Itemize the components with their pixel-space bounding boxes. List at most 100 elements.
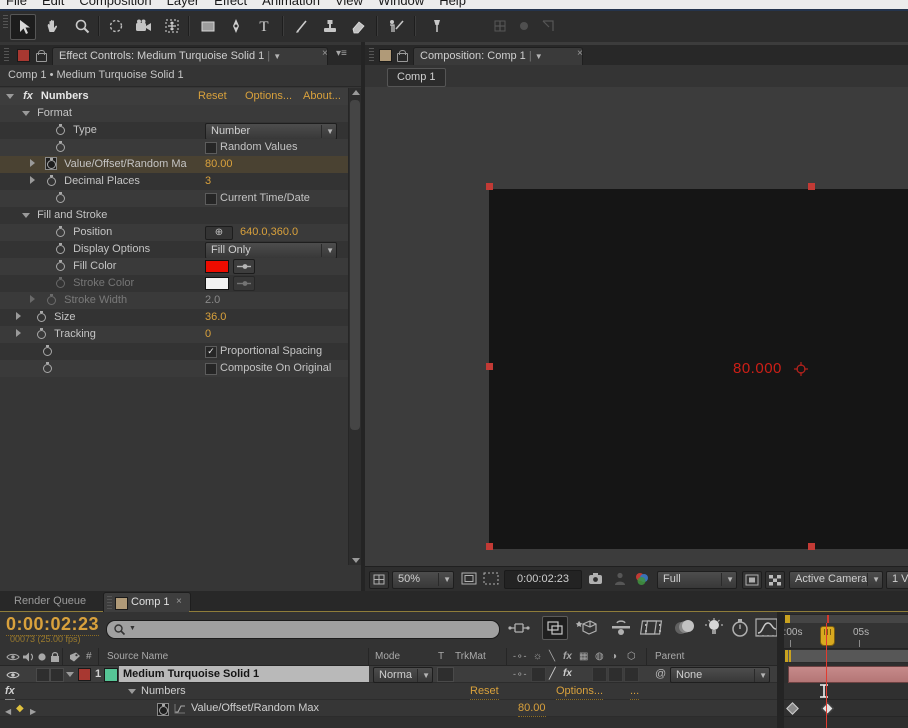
source-name-column-header[interactable]: Source Name (107, 648, 168, 665)
property-value[interactable]: 80.00 (518, 700, 546, 717)
shy-toggle[interactable]: -⚬- (513, 666, 527, 682)
composite-checkbox[interactable] (205, 363, 217, 375)
menu-window[interactable]: Window (378, 0, 424, 8)
world-axis-mode-icon[interactable] (512, 14, 536, 38)
collapse-fill-stroke-icon[interactable] (22, 213, 30, 218)
timeline-search-input[interactable]: ▼ (106, 620, 500, 639)
target-region-icon[interactable] (742, 571, 762, 589)
view-layout-dropdown[interactable]: 1 Vie (886, 571, 908, 589)
motion-blur-toggle[interactable] (608, 667, 623, 682)
menu-help[interactable]: Help (439, 0, 466, 8)
stopwatch-icon[interactable] (55, 243, 65, 254)
size-value[interactable]: 36.0 (205, 309, 226, 327)
expand-icon[interactable] (16, 312, 21, 320)
parent-dropdown[interactable]: None ▼ (670, 667, 770, 683)
eraser-tool[interactable] (346, 14, 370, 38)
menu-edit[interactable]: Edit (42, 0, 64, 8)
property-row[interactable]: ◀ ◆ ▶ Value/Offset/Random Max 80.00 (0, 700, 784, 717)
column-separator[interactable] (62, 648, 63, 665)
region-of-interest-icon[interactable] (482, 571, 500, 587)
decimal-places-value[interactable]: 3 (205, 173, 211, 191)
time-ruler[interactable]: 0:00s 05s (784, 623, 908, 649)
tracking-value[interactable]: 0 (205, 326, 211, 344)
shy-layers-icon[interactable] (610, 618, 632, 638)
stopwatch-icon[interactable] (55, 277, 65, 288)
stopwatch-icon[interactable] (36, 311, 46, 322)
composition-tab[interactable]: Composition: Comp 1 | ▼ (413, 47, 583, 66)
quality-toggle[interactable]: ╱ (549, 666, 556, 682)
expand-icon[interactable] (16, 329, 21, 337)
snapshot-icon[interactable] (587, 571, 605, 587)
layer-row[interactable]: 1 Medium Turquoise Solid 1 Norma ▼ -⚬- ╱… (0, 666, 784, 683)
auto-keyframe-icon[interactable] (730, 618, 750, 638)
reset-link[interactable]: Reset (198, 88, 227, 106)
stopwatch-icon[interactable] (55, 192, 65, 203)
safe-margins-icon[interactable] (460, 571, 478, 587)
t-column-header[interactable]: T (438, 648, 444, 665)
layer-handle-top-center[interactable] (808, 183, 815, 190)
puppet-pin-tool[interactable] (424, 14, 448, 38)
toolbar-gripper[interactable] (3, 15, 8, 29)
layer-handle-top-left[interactable] (486, 183, 493, 190)
zoom-dropdown[interactable]: 50% ▼ (392, 571, 454, 589)
pan-behind-tool[interactable] (160, 14, 184, 38)
live-update-button[interactable] (542, 616, 568, 640)
trkmat-column-header[interactable]: TrkMat (455, 648, 486, 665)
proportional-spacing-checkbox[interactable]: ✓ (205, 346, 217, 358)
lock-icon[interactable] (36, 53, 47, 62)
layer-handle-bottom-left[interactable] (486, 543, 493, 550)
expand-icon[interactable] (30, 295, 35, 303)
stopwatch-icon[interactable] (42, 362, 52, 373)
stopwatch-icon[interactable] (46, 175, 56, 186)
current-time-indicator[interactable] (820, 626, 835, 646)
panel-gripper[interactable] (369, 48, 374, 62)
display-options-dropdown[interactable]: Fill Only ▼ (205, 242, 337, 259)
menu-animation[interactable]: Animation (262, 0, 320, 8)
position-crosshair-button[interactable]: ⊕ (205, 226, 233, 240)
scroll-up-icon[interactable] (352, 90, 360, 95)
layer-duration-bar[interactable] (788, 666, 908, 683)
roto-brush-tool[interactable] (384, 14, 408, 38)
collapse-toggle[interactable] (531, 667, 546, 682)
camera-view-dropdown[interactable]: Active Camera ▼ (789, 571, 883, 589)
scroll-down-icon[interactable] (352, 558, 360, 563)
track-area[interactable]: 0:00s 05s (784, 612, 908, 728)
collapse-format-icon[interactable] (22, 111, 30, 116)
view-axis-mode-icon[interactable] (536, 14, 560, 38)
effect-row-track[interactable] (784, 683, 908, 700)
layer-name-selected[interactable]: Medium Turquoise Solid 1 (119, 666, 369, 682)
selection-tool[interactable] (10, 14, 36, 40)
collapse-effect-icon[interactable] (6, 94, 14, 99)
column-separator[interactable] (506, 648, 507, 665)
local-axis-mode-icon[interactable] (488, 14, 512, 38)
expand-icon[interactable] (30, 176, 35, 184)
stopwatch-icon[interactable] (42, 345, 52, 356)
graph-editor-icon[interactable] (755, 617, 779, 639)
current-time-checkbox[interactable] (205, 193, 217, 205)
current-time-display[interactable]: 0:00:02:23 (6, 614, 99, 636)
options-link[interactable]: Options... (245, 88, 292, 106)
trkmat-dropdown[interactable] (437, 667, 454, 682)
close-icon[interactable]: × (577, 48, 583, 59)
type-tool[interactable]: T (252, 14, 276, 38)
current-time-indicator-line[interactable] (826, 623, 827, 728)
comp-1-viewer-tab[interactable]: Comp 1 (387, 68, 446, 87)
rectangle-tool[interactable] (196, 14, 220, 38)
stopwatch-icon[interactable] (55, 226, 65, 237)
parent-pickwhip-icon[interactable]: @ (655, 666, 666, 682)
comp-1-timeline-tab[interactable]: Comp 1 × (103, 592, 191, 613)
stopwatch-icon[interactable] (46, 294, 56, 305)
composition-viewport[interactable]: 80.000 (365, 87, 908, 566)
timeline-options-link[interactable]: Options... (556, 683, 603, 700)
column-separator[interactable] (368, 648, 369, 665)
channels-icon[interactable] (633, 571, 651, 587)
effects-toggle[interactable]: fx (563, 666, 572, 682)
show-snapshot-icon[interactable] (612, 571, 628, 587)
parent-column-header[interactable]: Parent (655, 648, 684, 665)
random-values-checkbox[interactable] (205, 142, 217, 154)
layer-thumbnail-swatch[interactable] (104, 668, 118, 682)
keyframe-diamond-selected[interactable] (821, 702, 834, 715)
scrollbar-thumb[interactable] (350, 100, 360, 430)
layer-label-color[interactable] (78, 668, 91, 681)
resolution-dropdown[interactable]: Full ▼ (657, 571, 737, 589)
